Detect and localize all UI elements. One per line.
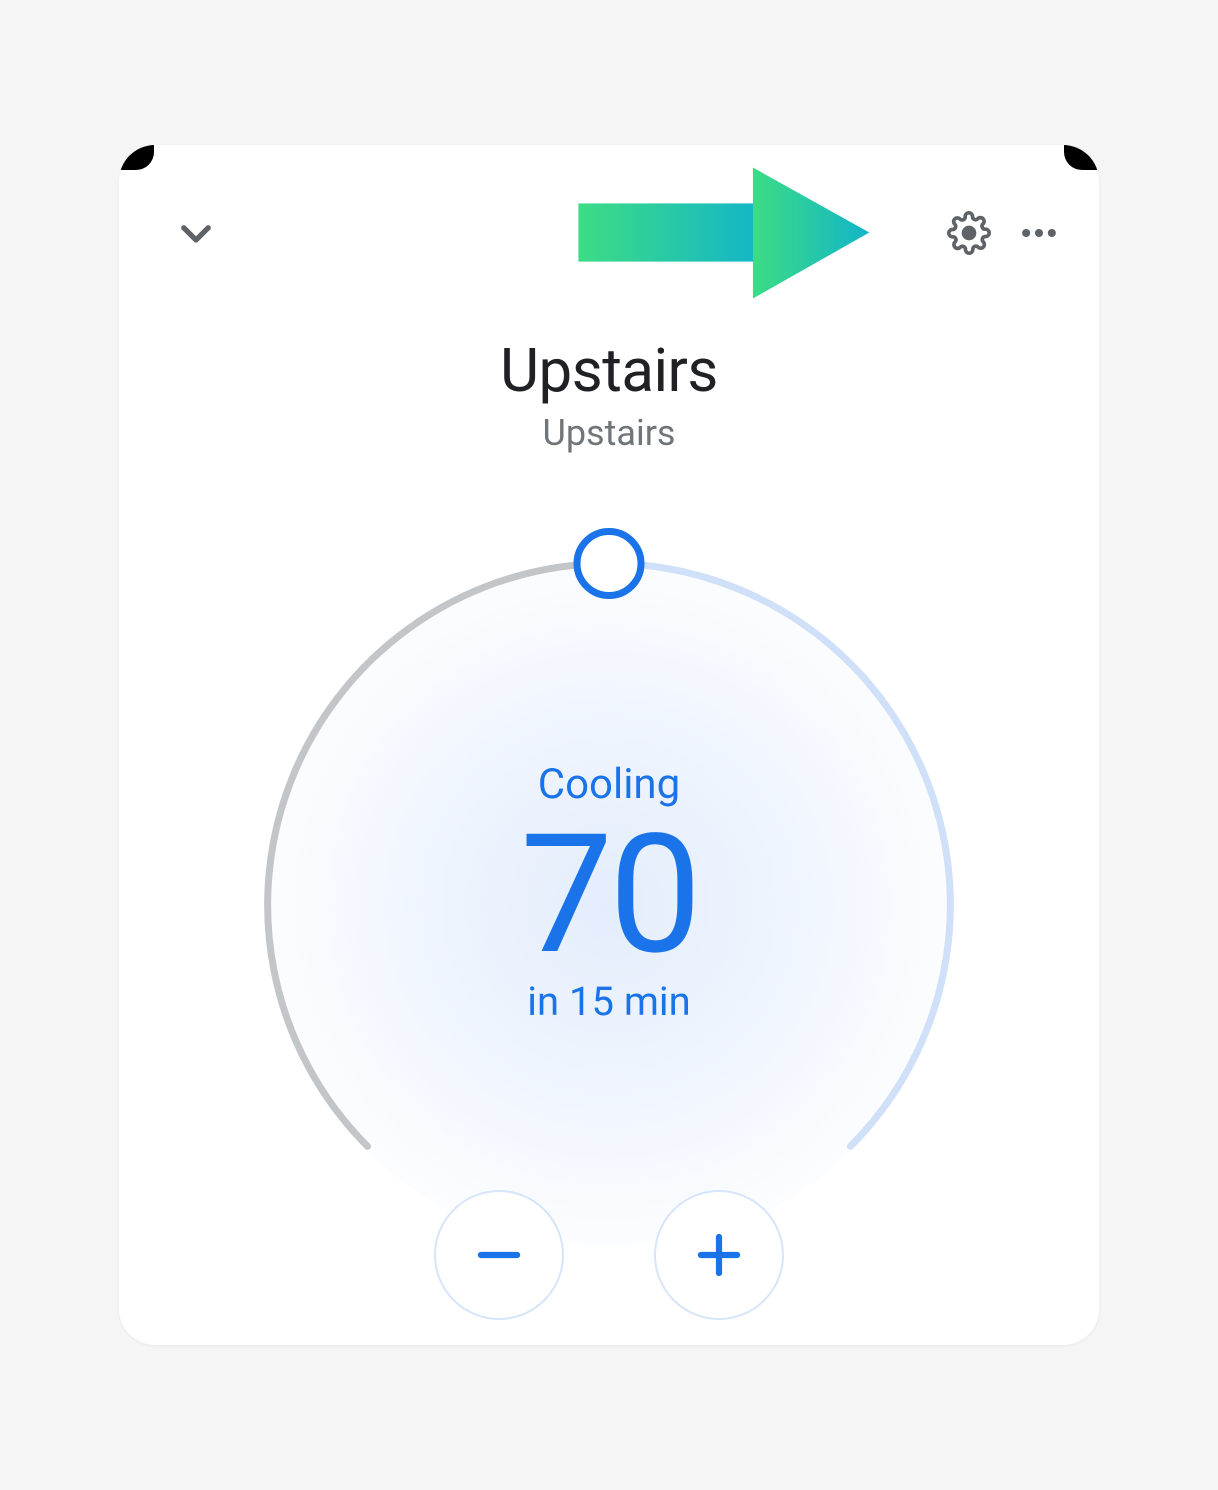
thermostat-card: Upstairs Upstairs Cooling 70 in 15 <box>119 145 1099 1345</box>
temperature-adjust-row <box>119 1190 1099 1320</box>
more-horizontal-icon <box>1017 211 1061 255</box>
dial-center: Cooling 70 in 15 min <box>239 505 979 1245</box>
plus-icon <box>688 1224 750 1286</box>
screen-notch-left <box>119 145 154 170</box>
more-options-button[interactable] <box>1009 203 1069 263</box>
increase-temp-button[interactable] <box>654 1190 784 1320</box>
device-titles: Upstairs Upstairs <box>119 335 1099 454</box>
thermostat-dial[interactable]: Cooling 70 in 15 min <box>239 505 979 1245</box>
target-temperature: 70 <box>520 809 697 982</box>
header-bar <box>119 203 1099 263</box>
collapse-button[interactable] <box>167 204 225 262</box>
time-to-temp: in 15 min <box>527 978 691 1025</box>
settings-button[interactable] <box>939 203 999 263</box>
minus-icon <box>468 1224 530 1286</box>
decrease-temp-button[interactable] <box>434 1190 564 1320</box>
gear-icon <box>947 211 991 255</box>
device-name: Upstairs <box>119 335 1099 406</box>
screen-notch-right <box>1064 145 1099 170</box>
device-room: Upstairs <box>119 412 1099 454</box>
chevron-down-icon <box>175 212 217 254</box>
